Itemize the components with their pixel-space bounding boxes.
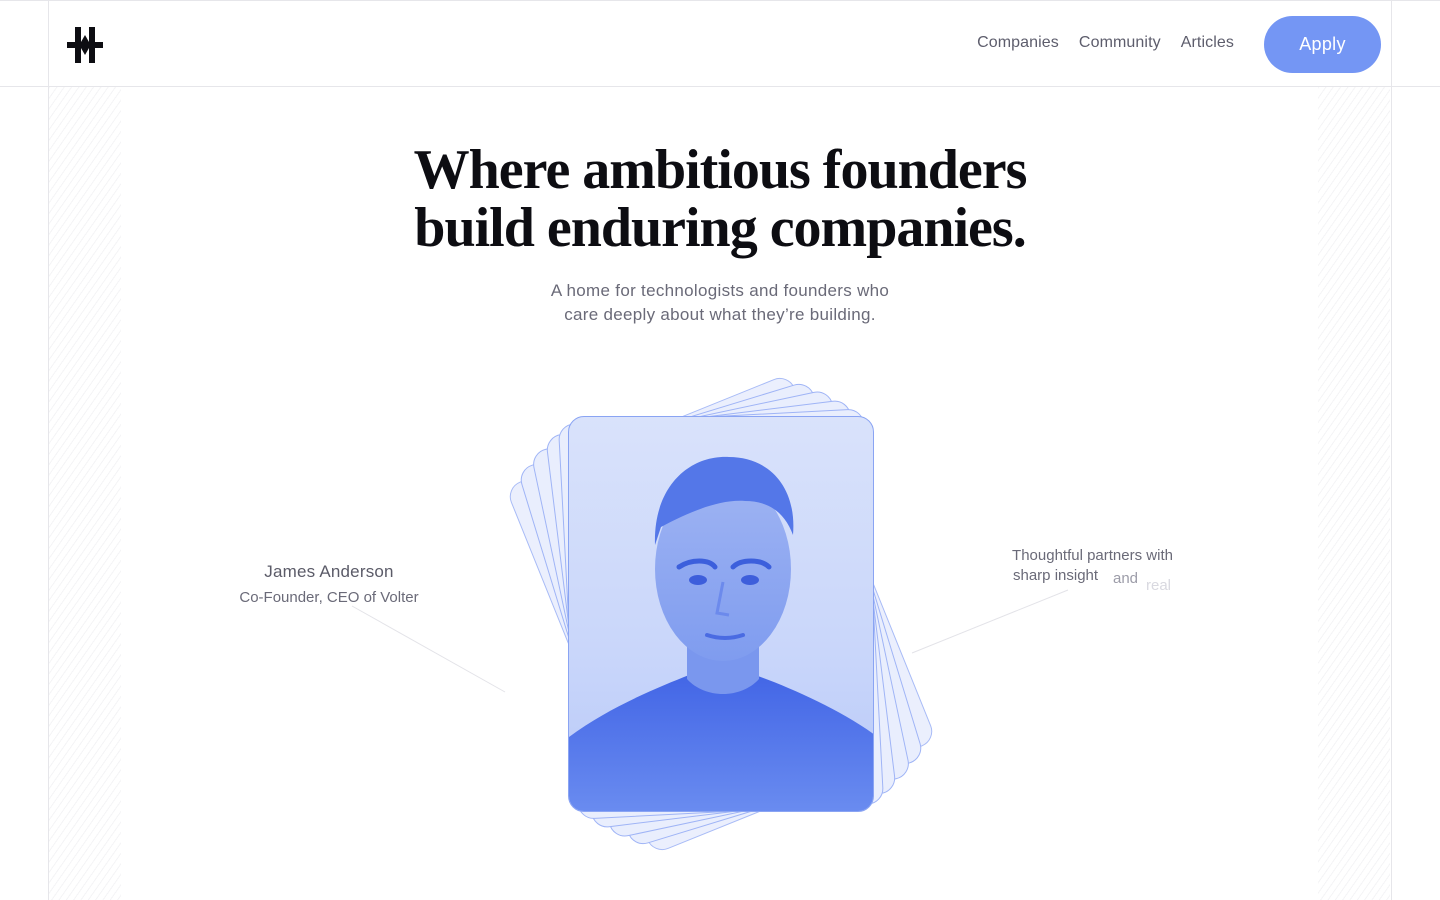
page: Companies Community Articles Apply Where… xyxy=(0,0,1440,900)
header-right-divider xyxy=(1391,1,1392,86)
person-connector-line xyxy=(351,605,506,693)
quote-line1: Thoughtful partners with xyxy=(1012,547,1173,564)
quote-word-real: real xyxy=(1146,577,1172,594)
hero-headline-line2: build enduring companies. xyxy=(414,197,1026,259)
quote-connector-line xyxy=(911,589,1069,654)
nav-companies-link[interactable]: Companies xyxy=(977,34,1059,52)
founder-portrait-card xyxy=(568,416,874,812)
founder-portrait-image xyxy=(569,456,873,811)
right-hatch-panel xyxy=(1318,87,1390,900)
quote-line2: sharp insight xyxy=(1013,567,1099,584)
hero-subhead: A home for technologists and founders wh… xyxy=(470,279,970,327)
left-frame-line xyxy=(48,0,49,900)
founder-role: Co-Founder, CEO of Volter xyxy=(239,589,419,606)
founder-name: James Anderson xyxy=(264,562,394,581)
left-hatch-panel xyxy=(49,87,121,900)
nav-community-link[interactable]: Community xyxy=(1079,34,1161,52)
header-left-divider xyxy=(48,1,49,86)
apply-button[interactable]: Apply xyxy=(1264,16,1381,73)
quote-word-and: and xyxy=(1113,570,1139,587)
site-header: Companies Community Articles Apply xyxy=(0,0,1440,87)
hero-subhead-line1: A home for technologists and founders wh… xyxy=(550,281,890,300)
right-frame-line xyxy=(1391,0,1392,900)
hero-subhead-line2: care deeply about what they’re building. xyxy=(564,305,876,324)
main-nav: Companies Community Articles xyxy=(977,34,1234,52)
asterisk-hash-logo-icon[interactable] xyxy=(67,27,103,63)
nav-articles-link[interactable]: Articles xyxy=(1181,34,1234,52)
hero-headline-line1: Where ambitious founders xyxy=(413,139,1028,201)
hero-headline: Where ambitious founders build enduring … xyxy=(370,141,1070,257)
